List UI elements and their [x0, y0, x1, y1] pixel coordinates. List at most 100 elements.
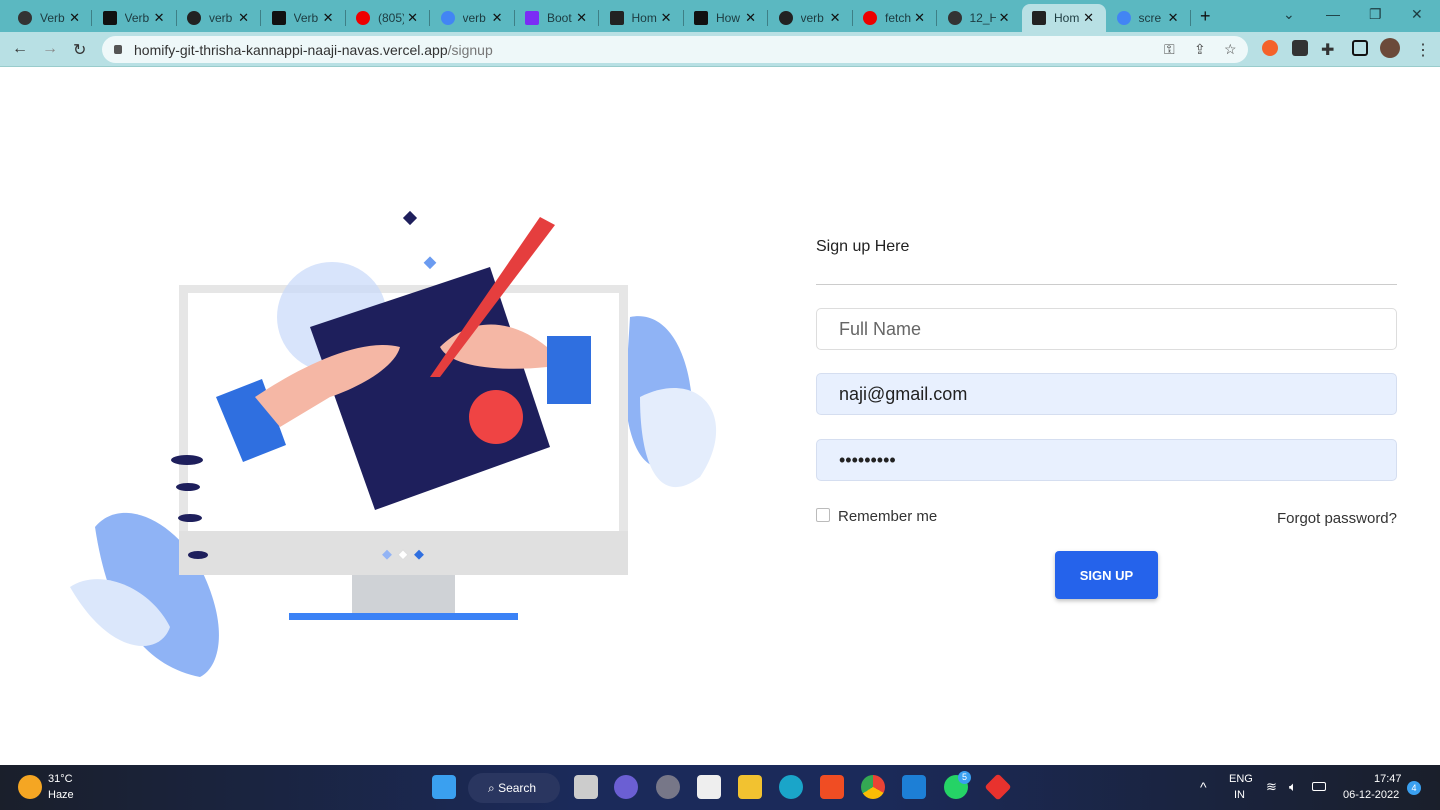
- tab[interactable]: Verb ✕: [8, 4, 92, 32]
- vscode-icon[interactable]: [902, 775, 926, 799]
- tab-title: verb: [209, 11, 233, 25]
- tab-title: Verb: [293, 11, 319, 25]
- tab-title: Verb: [124, 11, 150, 25]
- tab-title: (805): [378, 11, 404, 25]
- chevron-up-icon[interactable]: ^: [1200, 779, 1207, 795]
- start-icon[interactable]: [432, 775, 456, 799]
- divider: [816, 284, 1397, 285]
- tab[interactable]: 12_H ✕: [938, 4, 1022, 32]
- close-tab-icon[interactable]: ✕: [154, 10, 165, 26]
- search-button[interactable]: ⌕ Search: [468, 773, 560, 803]
- weather-temp[interactable]: 31°C: [48, 773, 73, 785]
- sleeve-right: [547, 336, 591, 404]
- chrome-icon[interactable]: [861, 775, 885, 799]
- tab-title: Verb: [40, 11, 65, 25]
- tab[interactable]: verb ✕: [431, 4, 515, 32]
- brave-icon[interactable]: [820, 775, 844, 799]
- avatar[interactable]: [1380, 38, 1400, 58]
- tab[interactable]: verb ✕: [769, 4, 853, 32]
- file-explorer-icon[interactable]: [738, 775, 762, 799]
- remember-me-label[interactable]: Remember me: [838, 508, 937, 525]
- close-tab-icon[interactable]: ✕: [1168, 10, 1179, 26]
- close-tab-icon[interactable]: ✕: [914, 10, 925, 26]
- minimize-button[interactable]: —: [1326, 6, 1340, 22]
- reload-button[interactable]: ↻: [73, 40, 86, 60]
- share-icon[interactable]: ⇪: [1194, 41, 1206, 58]
- remember-me-checkbox[interactable]: [816, 508, 830, 522]
- tab[interactable]: scre ✕: [1107, 4, 1191, 32]
- tab-title: 12_H: [969, 11, 996, 25]
- settings-icon[interactable]: [656, 775, 680, 799]
- tab-search-icon[interactable]: ⌄: [1283, 6, 1295, 23]
- password-input[interactable]: [816, 439, 1397, 481]
- google-icon: [1116, 11, 1131, 25]
- close-window-button[interactable]: ✕: [1411, 6, 1423, 23]
- full-name-input[interactable]: [816, 308, 1397, 350]
- close-tab-icon[interactable]: ✕: [745, 10, 756, 26]
- tab[interactable]: Verb ✕: [262, 4, 346, 32]
- back-button[interactable]: ←: [12, 40, 28, 58]
- close-tab-icon[interactable]: ✕: [492, 10, 503, 26]
- tab[interactable]: Hom ✕: [1022, 4, 1106, 32]
- react-icon: [1032, 11, 1046, 25]
- region[interactable]: IN: [1234, 789, 1245, 801]
- tab[interactable]: Boot ✕: [515, 4, 599, 32]
- bookmark-star-icon[interactable]: ☆: [1224, 41, 1237, 58]
- restore-button[interactable]: ❐: [1369, 6, 1382, 23]
- search-label: Search: [498, 781, 537, 795]
- key-icon[interactable]: ⚿: [1164, 41, 1175, 58]
- extension-icon[interactable]: [1262, 40, 1278, 56]
- extension-icon[interactable]: [1292, 40, 1308, 56]
- url-path: /signup: [447, 41, 493, 58]
- search-icon: ⌕: [488, 780, 499, 795]
- notification-badge[interactable]: 4: [1407, 781, 1421, 795]
- side-panel-icon[interactable]: [1352, 40, 1368, 56]
- tab-title: Hom: [1054, 11, 1080, 25]
- wifi-icon[interactable]: ≋: [1266, 779, 1277, 795]
- tab[interactable]: Verb ✕: [93, 4, 177, 32]
- teams-icon[interactable]: [614, 775, 638, 799]
- close-tab-icon[interactable]: ✕: [407, 10, 418, 26]
- close-tab-icon[interactable]: ✕: [323, 10, 334, 26]
- volume-icon[interactable]: 🔈︎: [1289, 779, 1297, 795]
- tab[interactable]: fetch ✕: [853, 4, 937, 32]
- close-tab-icon[interactable]: ✕: [69, 10, 80, 26]
- menu-icon[interactable]: ⋮: [1415, 40, 1431, 60]
- tab[interactable]: How ✕: [684, 4, 768, 32]
- edge-icon[interactable]: [779, 775, 803, 799]
- url-bar[interactable]: homify-git-thrisha-kannappi-naaji-navas.…: [102, 36, 1248, 63]
- monitor-stand: [352, 575, 455, 613]
- weather-icon[interactable]: [18, 775, 42, 799]
- store-icon[interactable]: [697, 775, 721, 799]
- close-tab-icon[interactable]: ✕: [576, 10, 587, 26]
- tab-title: How: [716, 11, 741, 25]
- close-tab-icon[interactable]: ✕: [238, 10, 249, 26]
- monitor-foot: [289, 613, 518, 620]
- close-tab-icon[interactable]: ✕: [661, 10, 672, 26]
- language[interactable]: ENG: [1229, 773, 1253, 785]
- forgot-password-link[interactable]: Forgot password?: [1277, 510, 1397, 527]
- forward-button[interactable]: →: [42, 40, 58, 58]
- tab[interactable]: verb ✕: [177, 4, 261, 32]
- tab-title: fetch: [885, 11, 911, 25]
- close-tab-icon[interactable]: ✕: [830, 10, 841, 26]
- tab-bar: Verb ✕ Verb ✕ verb ✕ Verb ✕ (805) ✕ verb ✕ Boot ✕ Hom ✕…: [0, 0, 1440, 32]
- tab[interactable]: Hom ✕: [600, 4, 684, 32]
- clock-time[interactable]: 17:47: [1374, 773, 1402, 785]
- tab-title: Hom: [631, 11, 657, 25]
- new-tab-button[interactable]: +: [1200, 6, 1211, 27]
- close-tab-icon[interactable]: ✕: [1083, 10, 1094, 26]
- address-bar-row: ← → ↻ homify-git-thrisha-kannappi-naaji-…: [0, 32, 1440, 67]
- weather-desc[interactable]: Haze: [48, 789, 74, 801]
- battery-icon[interactable]: [1312, 782, 1326, 791]
- sign-up-button[interactable]: SIGN UP: [1055, 551, 1158, 599]
- task-view-icon[interactable]: [574, 775, 598, 799]
- page-content: Sign up Here Remember me Forgot password…: [0, 67, 1440, 765]
- tab-title: scre: [1138, 11, 1162, 25]
- app-icon[interactable]: [984, 773, 1012, 801]
- tab[interactable]: (805) ✕: [346, 4, 430, 32]
- close-tab-icon[interactable]: ✕: [999, 10, 1010, 26]
- email-input[interactable]: [816, 373, 1397, 415]
- puzzle-icon[interactable]: ✚: [1321, 40, 1334, 60]
- clock-date[interactable]: 06-12-2022: [1343, 789, 1399, 801]
